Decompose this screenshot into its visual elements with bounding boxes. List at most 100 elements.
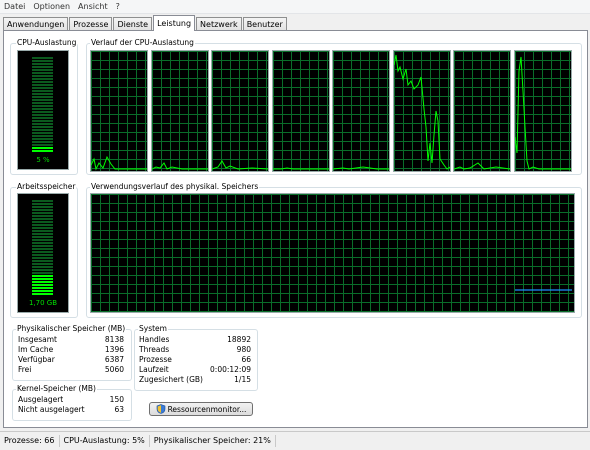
meter-segment [32,251,53,253]
meter-segment [32,120,53,122]
stat-row: Laufzeit 0:00:12:09 [139,365,251,375]
memory-history-graph [90,193,575,313]
meter-segment [32,111,53,113]
stat-label: Laufzeit [139,365,169,374]
menu-optionen[interactable]: Optionen [29,2,74,11]
cpu-core-graph [332,50,390,172]
meter-segment [32,284,53,286]
cpu-core-svg [212,160,268,170]
tab-prozesse[interactable]: Prozesse [69,17,113,31]
stat-row: Insgesamt 8138 [18,335,124,345]
status-bar: Prozesse: 66 CPU-Auslastung: 5% Physikal… [0,431,590,450]
memory-title: Arbeitsspeicher [16,182,77,191]
stat-label: Prozesse [139,355,172,364]
meter-segment [32,90,53,92]
stat-row: Zugesichert (GB) 1/15 [139,375,251,385]
system-table: Handles 18892 Threads 980 Prozesse 66 Laufz… [139,335,251,385]
meter-segment [32,263,53,265]
cpu-core-svg [272,167,329,170]
meter-segment [32,236,53,238]
stat-label: Frei [18,365,32,374]
cpu-core-graph [90,50,148,172]
meter-segment [32,57,53,59]
cpu-usage-meter: 5 % [17,50,69,170]
meter-segment [32,203,53,205]
cpu-meter-bars [32,57,53,153]
meter-segment [32,72,53,74]
stat-value: 63 [114,405,124,414]
stat-value: 66 [241,355,251,364]
tab-dienste[interactable]: Dienste [113,17,153,31]
meter-segment [32,206,53,208]
meter-segment [32,293,53,295]
meter-segment [32,66,53,68]
cpu-usage-line [91,155,147,171]
meter-segment [32,245,53,247]
stat-label: Zugesichert (GB) [139,375,203,384]
meter-segment [32,200,53,202]
meter-segment [32,63,53,65]
tab-netzwerk[interactable]: Netzwerk [196,17,242,31]
meter-segment [32,69,53,71]
meter-segment [32,227,53,229]
physical-memory-title: Physikalischer Speicher (MB) [16,324,127,333]
stat-value: 150 [109,395,124,404]
cpu-core-graph [453,50,511,172]
meter-segment [32,78,53,80]
meter-segment [32,275,53,277]
cpu-core-graph [392,50,451,172]
meter-segment [32,87,53,89]
cpu-usage-line [212,160,268,170]
cpu-core-svg [91,155,147,171]
meter-segment [32,278,53,280]
cpu-usage-line [333,166,389,170]
cpu-usage-title: CPU-Auslastung [16,38,78,47]
meter-segment [32,269,53,271]
resource-monitor-label: Ressourcenmonitor... [167,404,247,414]
cpu-usage-line [454,162,510,170]
meter-segment [32,242,53,244]
meter-segment [32,117,53,119]
meter-segment [32,105,53,107]
stat-label: Insgesamt [18,335,57,344]
meter-segment [32,81,53,83]
stat-row: Frei 5060 [18,365,124,375]
meter-segment [32,99,53,101]
meter-segment [32,102,53,104]
status-processes: Prozesse: 66 [0,435,60,447]
meter-segment [32,260,53,262]
stat-value: 18892 [227,335,251,344]
meter-segment [32,84,53,86]
cpu-usage-line [514,56,571,170]
stat-value: 5060 [104,365,124,374]
cpu-usage-line [393,54,450,170]
cpu-core-graph [211,50,269,172]
cpu-core-svg [514,56,571,170]
tab-leistung[interactable]: Leistung [153,15,196,31]
menu-ansicht[interactable]: Ansicht [74,2,112,11]
meter-segment [32,141,53,143]
meter-segment [32,114,53,116]
meter-segment [32,126,53,128]
cpu-core-graph [150,50,209,172]
tab-benutzer[interactable]: Benutzer [242,17,287,31]
menu-datei[interactable]: Datei [0,2,29,11]
menu-bar: Datei Optionen Ansicht ? [0,0,590,14]
stat-row: Handles 18892 [139,335,251,345]
resource-monitor-button[interactable]: Ressourcenmonitor... [149,402,253,416]
stat-value: 1/15 [234,375,251,384]
stat-row: Ausgelagert 150 [18,395,124,405]
system-title: System [138,324,168,333]
stat-row: Verfügbar 6387 [18,355,124,365]
meter-segment [32,248,53,250]
cpu-usage-line [272,167,329,170]
cpu-core-svg [454,162,510,170]
tab-anwendungen[interactable]: Anwendungen [3,17,69,31]
stat-label: Nicht ausgelagert [18,405,85,414]
kernel-memory-title: Kernel-Speicher (MB) [16,384,97,393]
stat-label: Threads [139,345,170,354]
menu-help[interactable]: ? [112,2,124,11]
cpu-core-svg [393,54,450,170]
cpu-core-svg [333,166,389,170]
meter-segment [32,290,53,292]
